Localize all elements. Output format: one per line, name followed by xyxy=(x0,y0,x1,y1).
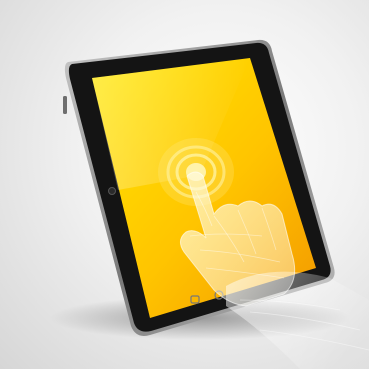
tablet-illustration xyxy=(50,39,369,369)
illustration-canvas xyxy=(0,0,369,369)
side-button xyxy=(63,96,67,114)
sensor-dot-icon xyxy=(108,187,116,195)
